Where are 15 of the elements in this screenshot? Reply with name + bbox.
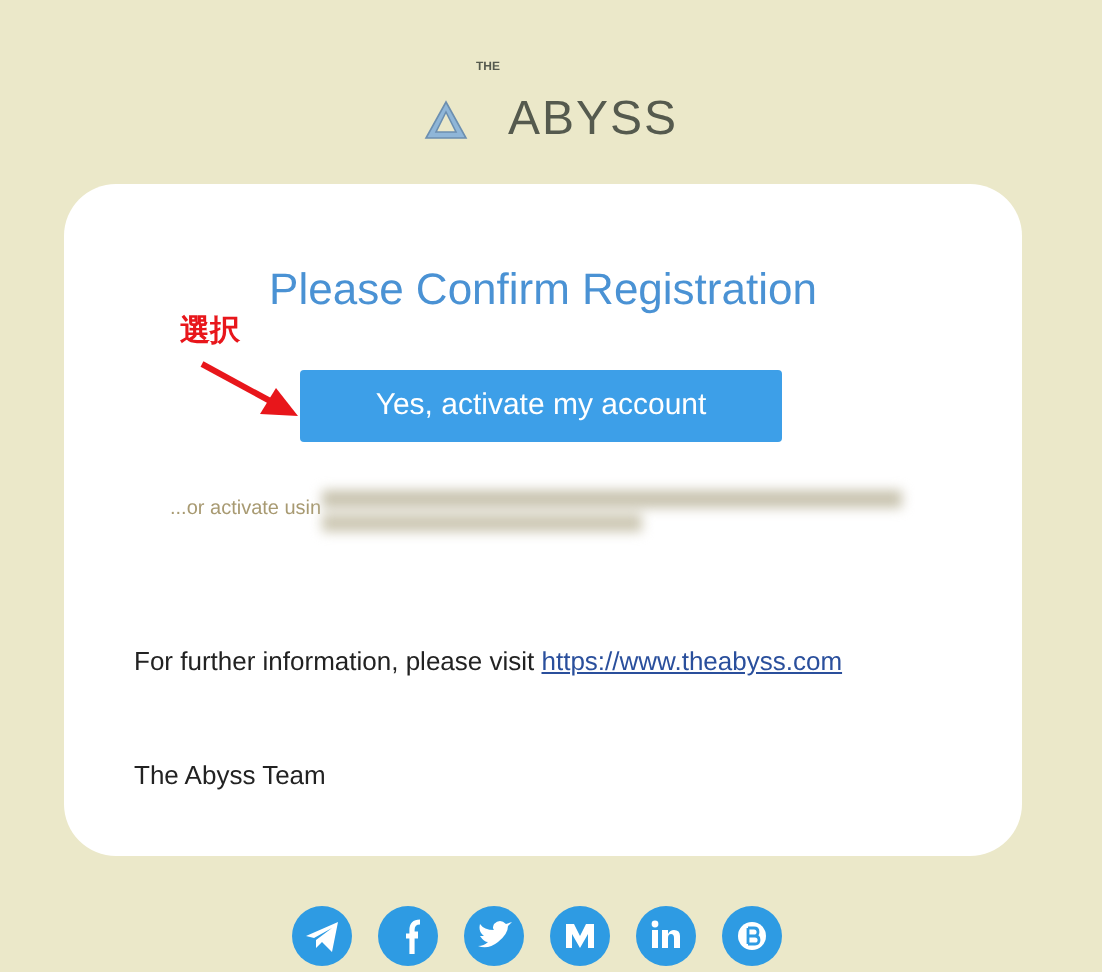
- triangle-logo-icon: [423, 100, 468, 140]
- info-sentence: For further information, please visit https://www.theabyss.com: [134, 644, 845, 680]
- medium-icon[interactable]: [550, 906, 610, 966]
- linkedin-icon[interactable]: [636, 906, 696, 966]
- annotation-label: 選択: [180, 316, 240, 346]
- paper-plane-icon[interactable]: [292, 906, 352, 966]
- annotation-arrow: [200, 360, 300, 420]
- signature: The Abyss Team: [134, 757, 328, 794]
- logo-name: ABYSS: [507, 96, 679, 144]
- coin-icon[interactable]: [722, 906, 782, 966]
- bird-icon[interactable]: [464, 906, 524, 966]
- facebook-icon[interactable]: [378, 906, 438, 966]
- fallback-text: ...or activate usin: [170, 496, 322, 524]
- email-heading: Please Confirm Registration: [267, 268, 819, 312]
- website-link[interactable]: https://www.theabyss.com: [541, 646, 843, 676]
